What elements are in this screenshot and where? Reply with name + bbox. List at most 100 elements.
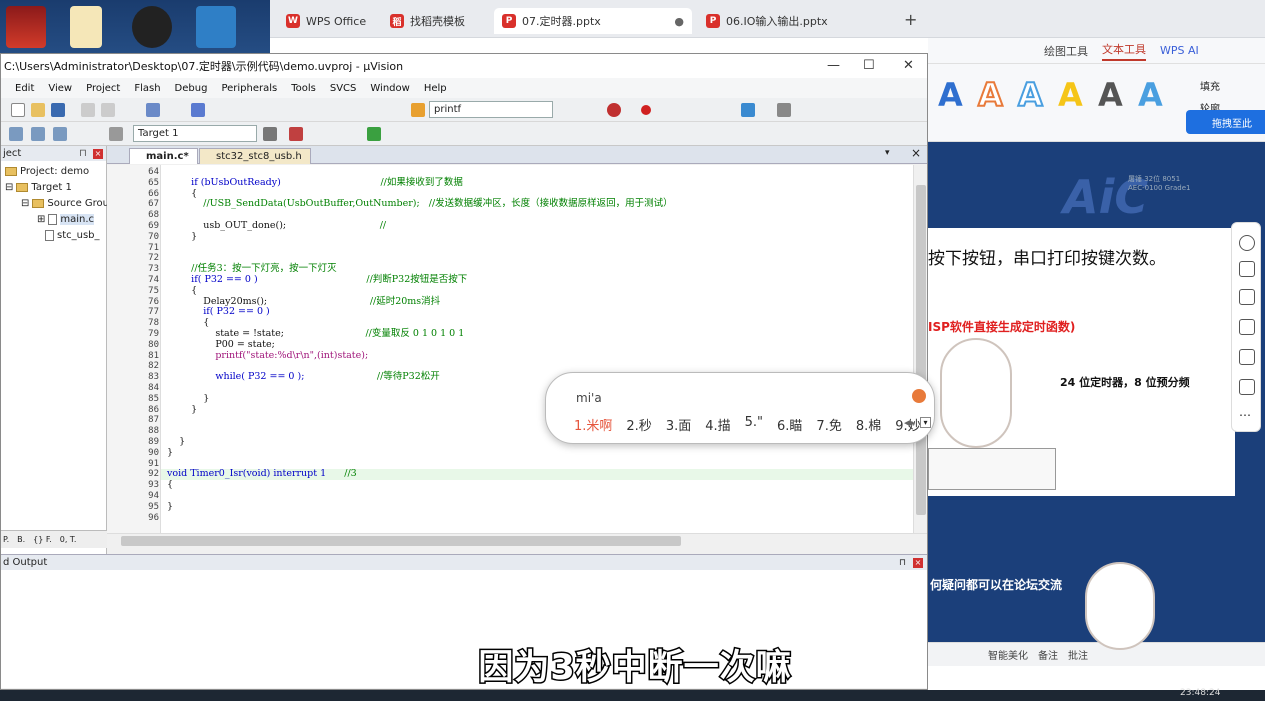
editor-close-icon[interactable]: × <box>911 146 921 160</box>
menu-wps-ai[interactable]: WPS AI <box>1160 44 1199 57</box>
ime-logo-icon[interactable] <box>912 389 926 403</box>
pin-icon[interactable]: ⊓ <box>79 148 87 159</box>
tab-stc32-usb-h[interactable]: stc32_stc8_usb.h <box>199 148 311 164</box>
close-icon[interactable]: ✕ <box>903 58 914 73</box>
menu-svcs[interactable]: SVCS <box>330 83 357 94</box>
ime-candidate[interactable]: 2.秒 <box>626 415 651 434</box>
menu-view[interactable]: View <box>48 83 72 94</box>
tab-main-c[interactable]: main.c* <box>129 148 198 164</box>
winrar-icon[interactable] <box>6 6 46 48</box>
ime-candidate[interactable]: 7.免 <box>816 415 841 434</box>
save-icon[interactable] <box>51 103 65 117</box>
cut-icon[interactable] <box>81 103 95 117</box>
notes-button[interactable]: 备注 <box>1038 647 1058 662</box>
ime-page-arrows-icon[interactable]: ◂▸ <box>904 416 915 429</box>
build-icon[interactable] <box>31 127 45 141</box>
tree-file-stc-usb[interactable]: stc_usb_ <box>45 230 100 241</box>
ime-candidate[interactable]: 3.面 <box>666 415 691 434</box>
ime-candidate[interactable]: 1.米啊 <box>574 415 612 434</box>
output-pin-icon[interactable]: ⊓ <box>899 558 906 568</box>
text-style-yellow-icon[interactable]: A <box>1058 76 1083 114</box>
setup-icon[interactable] <box>196 6 236 48</box>
output-close-icon[interactable]: × <box>913 557 923 568</box>
target-options-icon[interactable] <box>263 127 277 141</box>
smart-beautify-button[interactable]: 智能美化 <box>988 647 1028 662</box>
code-line[interactable]: P00 = state; <box>167 339 274 351</box>
code-line[interactable]: while( P32 == 0 ); //等待P32松开 <box>167 371 439 383</box>
tree-source-group[interactable]: ⊟ Source Grou <box>21 198 109 209</box>
tab-functions[interactable]: {} F. <box>33 535 52 544</box>
ime-candidate[interactable]: 8.棉 <box>856 415 881 434</box>
code-line[interactable]: } <box>167 393 209 405</box>
pack-installer-icon[interactable] <box>367 127 381 141</box>
minus-icon[interactable] <box>1239 235 1255 251</box>
code-line[interactable]: } <box>167 501 173 513</box>
code-line[interactable]: void Timer0_Isr(void) interrupt 1 //3 <box>167 468 357 480</box>
drag-here-panel[interactable]: 拖拽至此 <box>1186 110 1265 134</box>
menu-tools[interactable]: Tools <box>291 83 316 94</box>
debug-start-icon[interactable] <box>607 103 621 117</box>
tree-file-main-c[interactable]: ⊞ main.c <box>37 214 95 225</box>
horizontal-scrollbar[interactable] <box>107 533 927 547</box>
text-style-light-blue-icon[interactable]: A <box>1138 76 1163 114</box>
breakpoint-icon[interactable] <box>641 105 651 115</box>
export-icon[interactable] <box>1239 379 1255 395</box>
code-line[interactable]: } <box>167 447 173 459</box>
compile-icon[interactable] <box>9 127 23 141</box>
copy-icon[interactable] <box>101 103 115 117</box>
more-icon[interactable]: ⋯ <box>1239 409 1255 425</box>
panel-close-icon[interactable]: × <box>93 148 103 159</box>
wps-tab-timer-pptx[interactable]: P 07.定时器.pptx ● <box>494 8 692 34</box>
manage-icon[interactable] <box>289 127 303 141</box>
code-line[interactable]: } <box>167 231 197 243</box>
new-tab-plus-icon[interactable]: + <box>904 10 917 29</box>
document-icon[interactable] <box>70 6 102 48</box>
wps-tab-home[interactable]: W WPS Office <box>278 8 376 34</box>
tab-project[interactable]: P. <box>3 535 9 544</box>
text-style-orange-outline-icon[interactable]: A <box>977 75 1004 115</box>
new-file-icon[interactable] <box>11 103 25 117</box>
find-icon[interactable] <box>411 103 425 117</box>
code-line[interactable]: { <box>167 479 173 491</box>
text-style-gray-icon[interactable]: A <box>1098 76 1123 114</box>
tab-templates[interactable]: 0, T. <box>60 535 77 544</box>
qq-icon[interactable] <box>132 6 172 48</box>
window-layout-icon[interactable] <box>741 103 755 117</box>
menu-edit[interactable]: Edit <box>15 83 34 94</box>
code-line[interactable]: //USB_SendData(UsbOutBuffer,OutNumber); … <box>167 198 672 210</box>
menu-window[interactable]: Window <box>370 83 409 94</box>
menu-debug[interactable]: Debug <box>175 83 208 94</box>
settings-icon[interactable] <box>777 103 791 117</box>
code-editor[interactable]: 64 65 66 67 68 69 70 71 72 73 74 75 76 77 78 79 80 81 82 83… <box>107 165 913 533</box>
fill-button[interactable]: 填充 <box>1200 78 1220 93</box>
text-style-blue-icon[interactable]: A <box>938 76 963 114</box>
minimize-icon[interactable]: — <box>827 58 840 73</box>
tree-project[interactable]: Project: demo <box>5 166 89 177</box>
nav-back-icon[interactable] <box>191 103 205 117</box>
download-icon[interactable] <box>109 127 123 141</box>
ime-expand-icon[interactable]: ▾ <box>920 417 931 428</box>
target-combo[interactable]: Target 1 <box>133 125 257 142</box>
rebuild-icon[interactable] <box>53 127 67 141</box>
code-line[interactable]: if( P32 == 0 ) //判断P32按钮是否按下 <box>167 274 467 286</box>
wps-tab-templates[interactable]: 稻 找稻壳模板 <box>382 8 488 34</box>
scroll-thumb[interactable] <box>121 536 681 546</box>
menu-help[interactable]: Help <box>424 83 447 94</box>
ime-candidate[interactable]: 5." <box>745 415 763 434</box>
open-file-icon[interactable] <box>31 103 45 117</box>
tab-books[interactable]: B. <box>17 535 25 544</box>
code-line[interactable]: if (bUsbOutReady) //如果接收到了数据 <box>167 177 463 189</box>
code-line[interactable]: usb_OUT_done(); // <box>167 220 386 232</box>
find-combo[interactable]: printf <box>429 101 553 118</box>
pen-icon[interactable] <box>1239 289 1255 305</box>
maximize-icon[interactable]: ☐ <box>863 58 875 73</box>
ime-candidate[interactable]: 4.描 <box>705 415 730 434</box>
editor-pin-icon[interactable]: ▾ <box>885 148 890 158</box>
layers-icon[interactable] <box>1239 261 1255 277</box>
taskbar-clock[interactable]: 23:48:24 <box>1180 688 1220 698</box>
comments-button[interactable]: 批注 <box>1068 647 1088 662</box>
undo-icon[interactable] <box>146 103 160 117</box>
stamp-icon[interactable] <box>1239 319 1255 335</box>
vertical-scrollbar[interactable] <box>913 165 927 533</box>
text-style-blue-outline-icon[interactable]: A <box>1017 75 1044 115</box>
